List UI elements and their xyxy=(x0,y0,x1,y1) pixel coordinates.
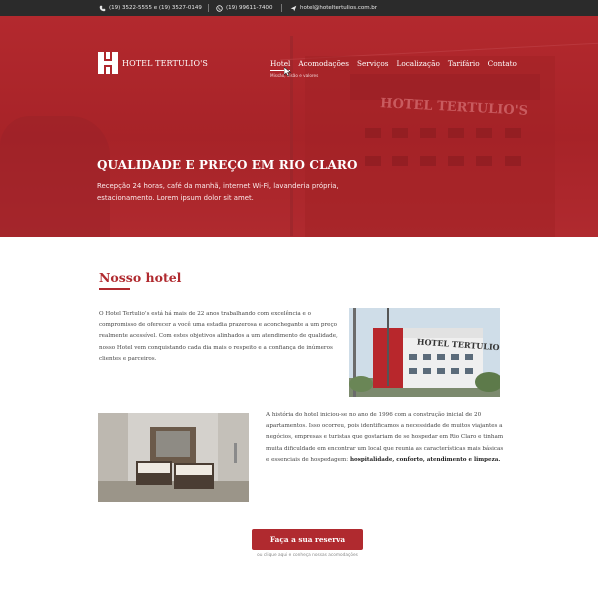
window xyxy=(365,156,381,166)
logo-mark-icon xyxy=(98,52,118,74)
phone-icon xyxy=(99,5,106,11)
nav-tarifario[interactable]: Tarifário xyxy=(448,59,480,68)
window xyxy=(505,128,521,138)
title-underline xyxy=(99,288,130,290)
whatsapp-contact[interactable]: (19) 99611-7400 xyxy=(216,0,273,16)
reserve-button[interactable]: Faça a sua reserva xyxy=(252,529,363,550)
whatsapp-number: (19) 99611-7400 xyxy=(226,5,273,11)
window xyxy=(420,156,436,166)
nav-acomodacoes[interactable]: Acomodações xyxy=(298,59,349,68)
nav-contato[interactable]: Contato xyxy=(488,59,517,68)
window xyxy=(505,156,521,166)
send-icon xyxy=(290,5,297,11)
section-title: Nosso hotel xyxy=(99,270,182,285)
main-nav: Hotel Acomodações Serviços Localização T… xyxy=(270,59,525,71)
hero-title: QUALIDADE E PREÇO EM RIO CLARO xyxy=(97,158,358,172)
brand-logo[interactable]: HOTEL TERTULIO'S xyxy=(98,52,208,74)
whatsapp-icon xyxy=(216,4,223,12)
accommodations-link[interactable]: ou clique aqui e conheça nossas acomodaç… xyxy=(252,553,363,558)
top-contact-bar: (19) 3522-5555 e (19) 3527-0149 (19) 996… xyxy=(0,0,598,16)
values-highlight: hospitalidade, conforto, atendimento e l… xyxy=(349,456,501,463)
nav-submenu-item[interactable]: Missão, visão e valores xyxy=(270,73,318,78)
divider xyxy=(208,4,209,12)
window xyxy=(392,156,408,166)
brand-name: HOTEL TERTULIO'S xyxy=(122,58,209,68)
hotel-room-photo xyxy=(98,413,249,502)
about-paragraph-2: A história do hotel iniciou-se no ano de… xyxy=(266,410,506,466)
history-text: A história do hotel iniciou-se no ano de… xyxy=(266,412,504,463)
window xyxy=(448,156,464,166)
phone-numbers: (19) 3522-5555 e (19) 3527-0149 xyxy=(109,5,202,11)
window xyxy=(392,128,408,138)
window xyxy=(365,128,381,138)
email-contact[interactable]: hotel@hoteltertulios.com.br xyxy=(290,0,377,16)
mouse-cursor-icon xyxy=(284,67,291,76)
nav-localizacao[interactable]: Localização xyxy=(396,59,439,68)
hero-description: Recepção 24 horas, café da manhã, intern… xyxy=(97,182,339,202)
hotel-facade-photo: HOTEL TERTULIO'S xyxy=(349,308,500,397)
divider xyxy=(281,4,282,12)
window xyxy=(476,128,492,138)
tree-silhouette xyxy=(0,116,110,237)
email-address: hotel@hoteltertulios.com.br xyxy=(300,5,378,11)
hero-banner: HOTEL TERTULIO'S HOTEL TERTULIO'S Hotel … xyxy=(0,16,598,237)
about-paragraph-1: O Hotel Tertulio’s está há mais de 22 an… xyxy=(99,311,338,362)
building-roof xyxy=(350,74,540,100)
window xyxy=(476,156,492,166)
nav-servicos[interactable]: Serviços xyxy=(357,59,389,68)
phone-contact[interactable]: (19) 3522-5555 e (19) 3527-0149 xyxy=(99,0,202,16)
window xyxy=(420,128,436,138)
window xyxy=(448,128,464,138)
